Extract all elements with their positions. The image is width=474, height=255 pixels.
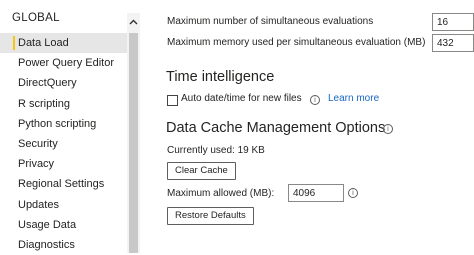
sidebar-header: GLOBAL <box>12 12 60 24</box>
time-intelligence-heading: Time intelligence <box>166 69 275 85</box>
sidebar-item-data-load[interactable]: Data Load <box>0 33 127 54</box>
data-cache-heading: Data Cache Management Options <box>166 120 386 136</box>
sidebar-item-regional-settings[interactable]: Regional Settings <box>0 174 127 194</box>
learn-more-link[interactable]: Learn more <box>328 93 379 104</box>
sidebar-item-directquery[interactable]: DirectQuery <box>0 73 127 93</box>
max-memory-label: Maximum memory used per simultaneous eva… <box>167 37 426 48</box>
clear-cache-button[interactable]: Clear Cache <box>167 162 236 180</box>
sidebar-item-updates[interactable]: Updates <box>0 195 127 215</box>
sidebar-item-privacy[interactable]: Privacy <box>0 154 127 174</box>
scrollbar-thumb[interactable] <box>129 33 138 253</box>
cache-currently-used: Currently used: 19 KB <box>167 145 265 156</box>
max-simultaneous-evaluations-label: Maximum number of simultaneous evaluatio… <box>167 16 374 27</box>
sidebar-scrollbar[interactable] <box>127 13 140 253</box>
max-memory-input[interactable] <box>432 34 474 52</box>
auto-datetime-label: Auto date/time for new files <box>181 93 302 104</box>
info-icon[interactable]: i <box>383 124 393 134</box>
max-allowed-label: Maximum allowed (MB): <box>167 188 275 199</box>
options-sidebar: GLOBAL Data Load Power Query Editor Dire… <box>0 0 140 253</box>
chevron-up-icon[interactable] <box>127 13 140 31</box>
sidebar-item-python-scripting[interactable]: Python scripting <box>0 114 127 134</box>
sidebar-item-r-scripting[interactable]: R scripting <box>0 94 127 114</box>
data-load-settings-panel: Maximum number of simultaneous evaluatio… <box>140 0 474 253</box>
restore-defaults-button[interactable]: Restore Defaults <box>167 207 254 225</box>
sidebar-item-usage-data[interactable]: Usage Data <box>0 215 127 235</box>
sidebar-item-security[interactable]: Security <box>0 134 127 154</box>
info-icon[interactable]: i <box>348 188 358 198</box>
auto-datetime-checkbox[interactable] <box>167 95 178 106</box>
sidebar-item-diagnostics[interactable]: Diagnostics <box>0 235 127 255</box>
sidebar-nav-list: Data Load Power Query Editor DirectQuery… <box>0 33 127 255</box>
info-icon[interactable]: i <box>310 95 320 105</box>
max-allowed-input[interactable] <box>288 184 344 202</box>
sidebar-item-power-query-editor[interactable]: Power Query Editor <box>0 53 127 73</box>
max-simultaneous-evaluations-input[interactable] <box>432 13 474 31</box>
